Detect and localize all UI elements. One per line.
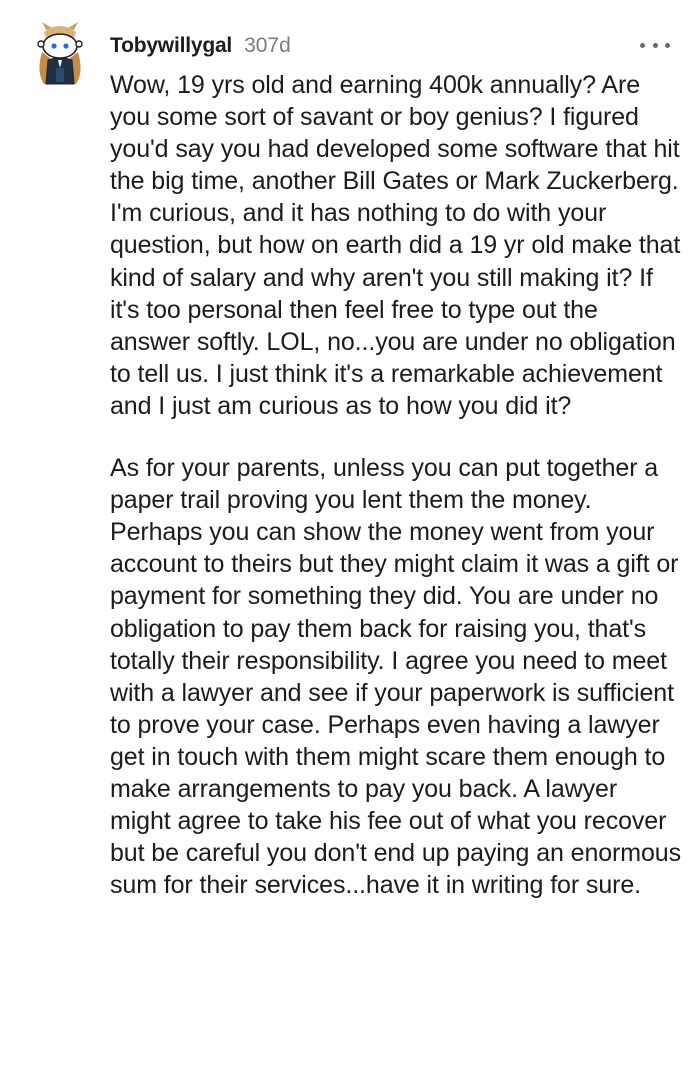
more-dots-icon [640, 42, 645, 48]
comment-paragraph-1: Wow, 19 yrs old and earning 400k annuall… [110, 71, 681, 420]
user-avatar[interactable] [32, 22, 88, 86]
comment-age: 307d [244, 34, 291, 57]
snoo-avatar-icon [37, 22, 83, 85]
comment-paragraph-2: As for your parents, unless you can put … [110, 454, 682, 900]
comment: Tobywillygal 307d Wow, 19 yrs old and ea… [0, 0, 700, 1071]
comment-header: Tobywillygal 307d [110, 32, 291, 60]
comment-body: Wow, 19 yrs old and earning 400k annuall… [110, 69, 682, 901]
more-options-button[interactable] [640, 32, 670, 58]
username-link[interactable]: Tobywillygal [110, 34, 232, 58]
